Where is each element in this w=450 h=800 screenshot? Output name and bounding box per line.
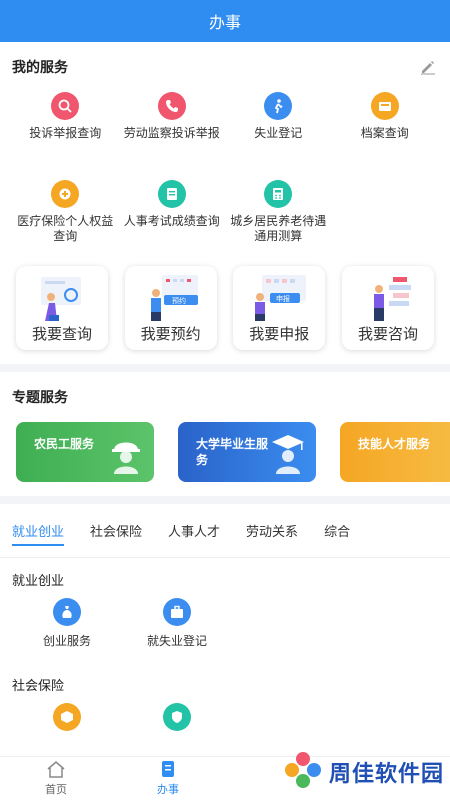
quick-cards: 我要查询 预约 我要预约 申报 我要申报 我要咨询 [0,262,450,350]
service-social-insurance-2[interactable] [122,703,232,737]
consult-illustration [342,270,434,324]
search-complaint-icon [51,92,80,120]
topics-section: 专题服务 [0,372,450,422]
my-services-grid: 投诉举报查询 劳动监察投诉举报 失业登记 档案查询 医疗保险个人权益查询 人事考… [12,92,438,262]
my-services-section: 我的服务 投诉举报查询 劳动监察投诉举报 失业登记 档案查询 医疗保险个人权益查… [0,42,450,262]
tab-employment[interactable]: 就业创业 [12,504,65,558]
calculator-icon [264,180,293,208]
exam-icon [157,180,186,208]
topic-migrant-workers[interactable]: 农民工服务 [16,422,154,482]
service-label: 医疗保险个人权益查询 [17,214,114,243]
tab-labor-relations[interactable]: 劳动关系 [246,504,298,558]
document-icon [158,760,178,781]
nav-label: 办事 [157,783,179,796]
page-title: 办事 [208,13,241,32]
service-labor-complaint[interactable]: 劳动监察投诉举报 [119,92,226,174]
box-icon [53,703,81,731]
archive-icon [370,92,399,120]
top-bar: 办事 [0,0,450,42]
worker-helmet-icon [106,430,146,477]
service-label: 创业服务 [42,634,91,648]
briefcase-icon [163,598,191,626]
appointment-badge: 预约 [172,296,186,305]
social-insurance-grid [0,703,450,737]
service-label: 城乡居民养老待遇通用测算 [230,214,327,243]
service-medical-insurance-query[interactable]: 医疗保险个人权益查询 [12,180,119,262]
topic-label: 技能人才服务 [358,437,431,451]
watermark: 周佳软件园 [283,750,444,794]
social-insurance-title: 社会保险 [12,679,65,694]
topic-skilled-talent[interactable]: 技能人才服务 [340,422,450,482]
service-employment-registration[interactable]: 就失业登记 [122,598,232,649]
service-exam-score-query[interactable]: 人事考试成绩查询 [119,180,226,262]
service-unemployment-registration[interactable]: 失业登记 [225,92,332,174]
shield-icon [163,703,191,731]
service-label: 失业登记 [254,126,303,140]
phone-icon [157,92,186,120]
graduation-cap-icon [268,430,308,477]
service-label: 档案查询 [360,126,409,140]
topic-graduates[interactable]: 大学毕业生服务 [178,422,316,482]
card-appointment[interactable]: 预约 我要预约 [124,266,217,350]
skill-icon [430,430,450,477]
card-label: 我要咨询 [357,325,418,343]
query-illustration [16,270,108,324]
section-divider [0,364,450,372]
topic-label: 农民工服务 [34,437,95,451]
topics-title: 专题服务 [12,390,68,406]
watermark-text: 周佳软件园 [328,762,444,787]
section-divider [0,496,450,504]
employment-title: 就业创业 [12,574,65,589]
card-label: 我要申报 [249,325,310,343]
card-declare[interactable]: 申报 我要申报 [233,266,326,350]
appointment-illustration: 预约 [125,270,217,324]
service-label: 就失业登记 [146,634,207,648]
employment-grid: 创业服务 就失业登记 [0,598,450,649]
category-tabs: 就业创业 社会保险 人事人才 劳动关系 综合 [0,504,450,558]
service-label: 劳动监察投诉举报 [123,126,220,140]
tab-personnel-talent[interactable]: 人事人才 [168,504,220,558]
topics-carousel: 农民工服务 大学毕业生服务 技能人才服务 [0,422,450,486]
nav-label: 首页 [45,783,67,796]
nav-services[interactable]: 办事 [112,757,224,800]
tab-comprehensive[interactable]: 综合 [324,504,350,558]
service-social-insurance-1[interactable] [12,703,122,737]
service-label: 人事考试成绩查询 [123,214,220,228]
my-services-title: 我的服务 [12,60,68,76]
service-archive-query[interactable]: 档案查询 [332,92,439,174]
service-label: 投诉举报查询 [29,126,102,140]
runner-icon [264,92,293,120]
bag-icon [53,598,81,626]
medical-icon [51,180,80,208]
declare-badge: 申报 [276,294,290,303]
card-consult[interactable]: 我要咨询 [341,266,434,350]
watermark-logo [283,750,323,794]
tab-social-insurance[interactable]: 社会保险 [90,504,142,558]
home-icon [46,760,66,781]
app-page: 办事 我的服务 投诉举报查询 劳动监察投诉举报 失业登记 档案查询 医疗保险个人… [0,0,450,800]
service-entrepreneurship[interactable]: 创业服务 [12,598,122,649]
card-label: 我要预约 [140,325,201,343]
edit-icon[interactable] [418,57,438,77]
nav-home[interactable]: 首页 [0,757,112,800]
topic-label: 大学毕业生服务 [196,437,269,467]
card-query[interactable]: 我要查询 [16,266,108,350]
service-complaint-query[interactable]: 投诉举报查询 [12,92,119,174]
declare-illustration: 申报 [233,270,325,324]
card-label: 我要查询 [31,325,92,343]
service-pension-calculation[interactable]: 城乡居民养老待遇通用测算 [225,180,332,262]
